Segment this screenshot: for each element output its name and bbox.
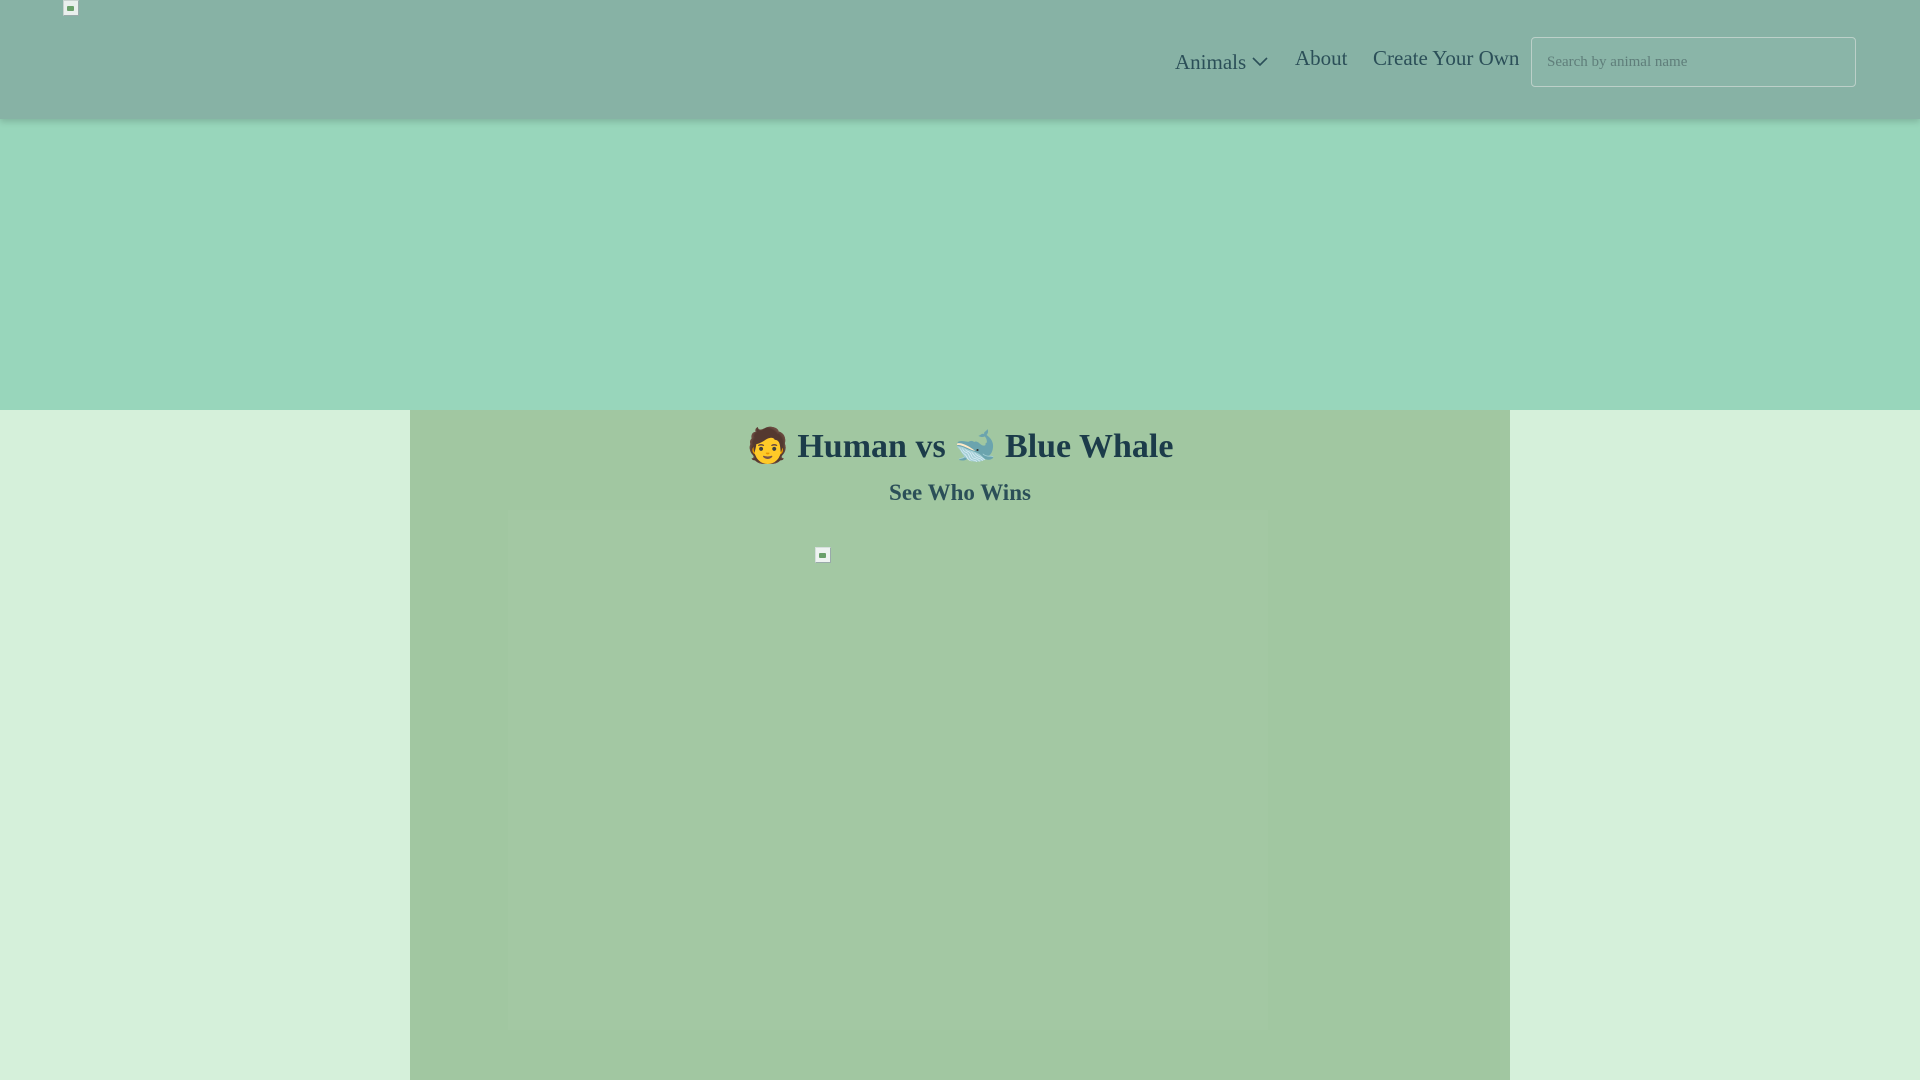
chevron-down-icon	[1252, 48, 1268, 73]
right-animal-name: Blue Whale	[1005, 428, 1174, 465]
nav-about-link[interactable]: About	[1295, 46, 1348, 71]
broken-image-icon	[63, 0, 79, 16]
hero-banner	[0, 119, 1920, 410]
top-navbar: Animals About Create Your Own	[0, 0, 1920, 119]
site-logo[interactable]	[63, 0, 81, 17]
battle-stage	[508, 510, 1268, 1030]
page-title: 🧑 Human vs 🐋 Blue Whale	[410, 426, 1510, 466]
nav-animals-label: Animals	[1175, 50, 1247, 74]
left-animal-name: Human	[797, 428, 907, 465]
whale-emoji-icon: 🐋	[954, 426, 997, 466]
nav-animals-dropdown[interactable]: Animals	[1175, 48, 1268, 75]
page-subtitle: See Who Wins	[889, 480, 1031, 505]
matchup-panel: 🧑 Human vs 🐋 Blue Whale See Who Wins	[410, 410, 1510, 1080]
broken-image-icon	[815, 547, 831, 563]
animal-search-input[interactable]	[1531, 37, 1856, 87]
battle-image	[815, 547, 831, 563]
human-emoji-icon: 🧑	[746, 426, 789, 466]
nav-create-your-own-link[interactable]: Create Your Own	[1373, 46, 1519, 71]
versus-text: vs	[915, 428, 946, 465]
